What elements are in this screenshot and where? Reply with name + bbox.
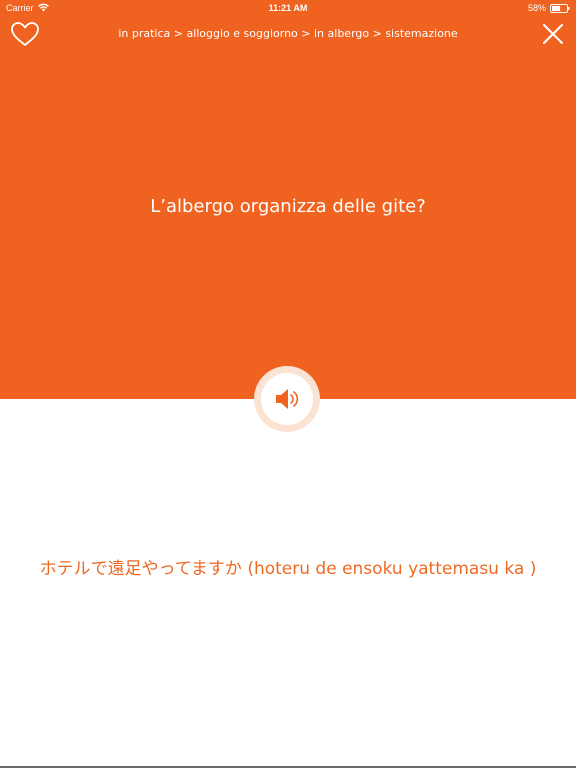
breadcrumb: in pratica > alloggio e soggiorno > in a… (118, 27, 458, 40)
favorite-button[interactable] (10, 21, 40, 47)
translation-text: ホテルで遠足やってますか (hoteru de ensoku yattemasu… (39, 559, 537, 579)
close-icon (543, 24, 563, 44)
play-audio-button[interactable] (254, 366, 320, 432)
phrase-panel: Carrier 11:21 AM 58% in pratica > allogg… (0, 0, 576, 399)
heart-outline-icon (11, 22, 39, 46)
battery-icon (550, 4, 570, 13)
status-time: 11:21 AM (268, 3, 308, 13)
source-phrase: L’albergo organizza delle gite? (150, 196, 426, 217)
audio-button-inner[interactable] (261, 373, 313, 425)
close-button[interactable] (541, 22, 565, 46)
battery-percentage: 58% (527, 3, 546, 13)
status-bar: Carrier 11:21 AM 58% (0, 0, 576, 16)
speaker-icon (276, 389, 299, 409)
